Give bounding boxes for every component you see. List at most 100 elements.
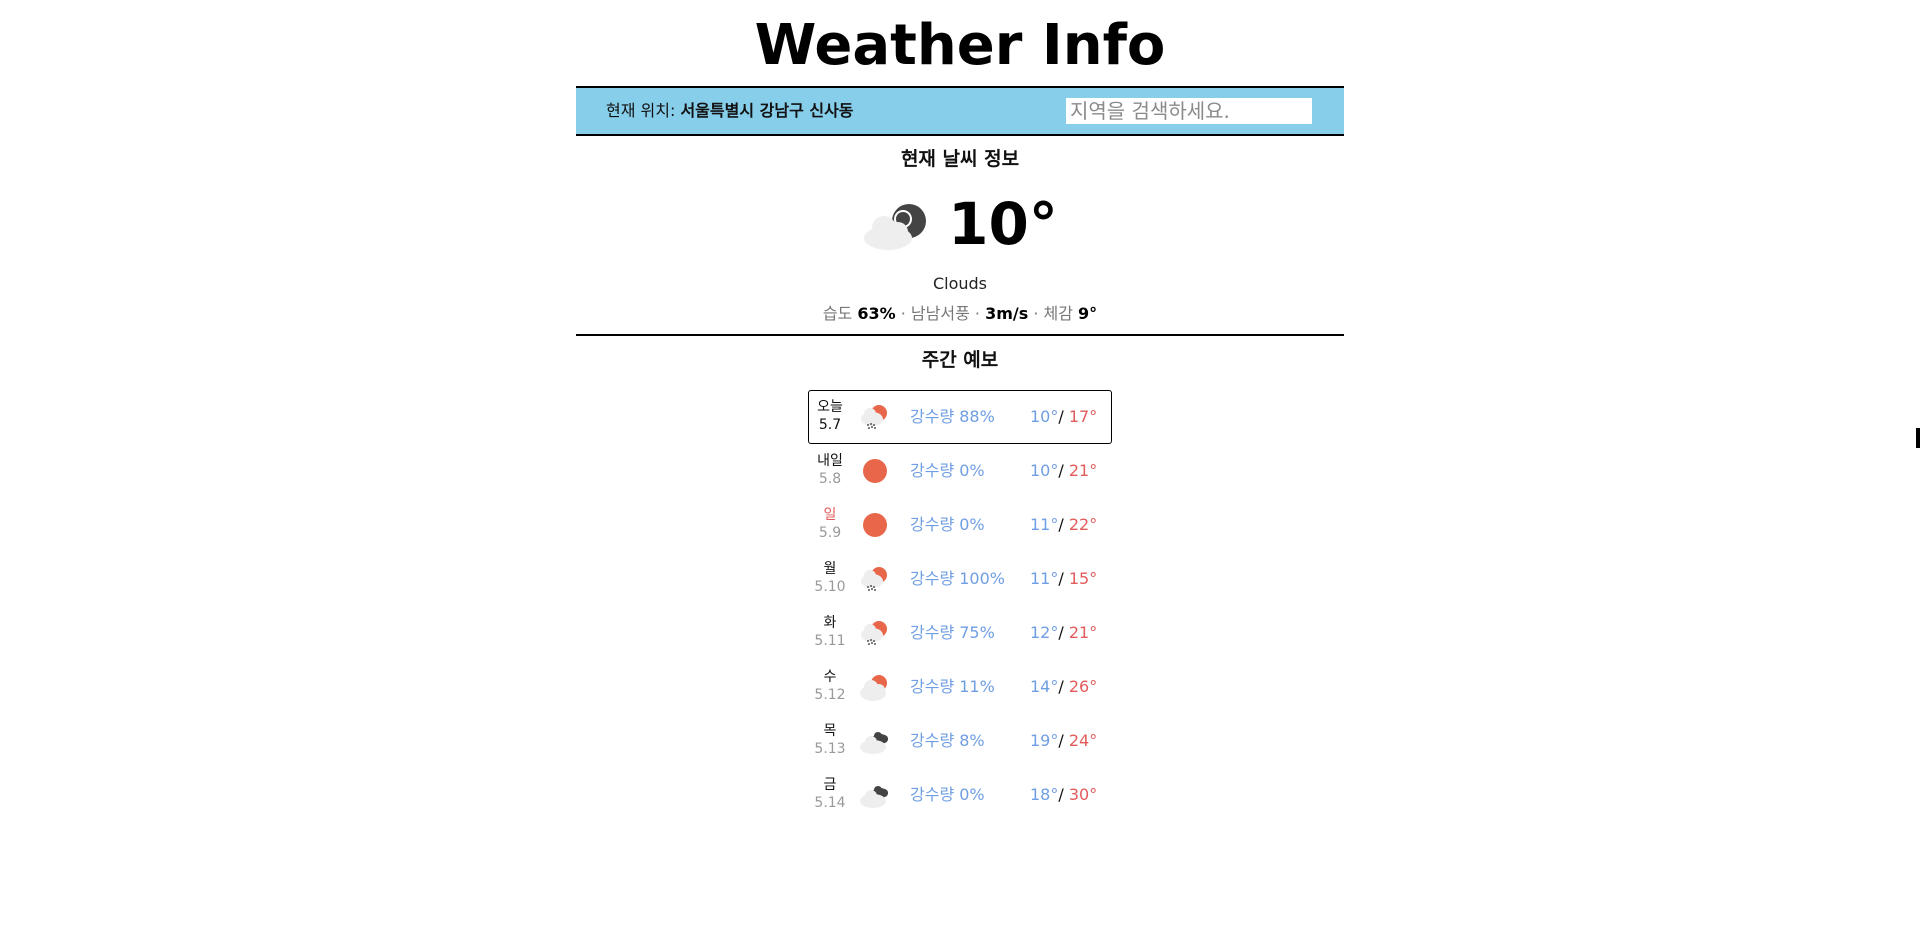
forecast-day-label: 수 bbox=[823, 669, 837, 685]
forecast-date: 5.11 bbox=[814, 633, 846, 649]
forecast-row[interactable]: 오늘 5.7 강수량 88% 10°/ 17° bbox=[808, 390, 1112, 444]
details-separator: · bbox=[1028, 304, 1044, 323]
page-title: Weather Info bbox=[754, 13, 1166, 78]
forecast-precipitation: 강수량 75% bbox=[910, 623, 995, 642]
forecast-day-label: 내일 bbox=[817, 453, 843, 469]
forecast-max-temp: 21° bbox=[1068, 461, 1098, 480]
forecast-date: 5.10 bbox=[814, 579, 846, 595]
forecast-day-label: 화 bbox=[823, 615, 837, 631]
wind-direction: 남남서풍 bbox=[910, 304, 970, 323]
details-separator: · bbox=[969, 304, 986, 323]
forecast-max-temp: 30° bbox=[1068, 785, 1098, 804]
location-bar: 현재 위치: 서울특별시 강남구 신사동 bbox=[576, 86, 1344, 136]
location-label: 현재 위치: bbox=[606, 101, 681, 120]
weather-details: 습도 63% · 남남서풍 · 3m/s · 체감 9° bbox=[0, 304, 1920, 324]
forecast-date: 5.9 bbox=[818, 525, 842, 541]
forecast-temperatures: 14°/ 26° bbox=[1030, 677, 1097, 697]
forecast-min-temp: 10° bbox=[1030, 407, 1059, 426]
forecast-min-temp: 11° bbox=[1030, 569, 1059, 588]
forecast-max-temp: 26° bbox=[1068, 677, 1098, 696]
forecast-day: 오늘 5.7 bbox=[809, 398, 851, 434]
forecast-day-label: 금 bbox=[823, 777, 837, 793]
forecast-day: 일 5.9 bbox=[809, 506, 851, 542]
forecast-row[interactable]: 수 5.12 강수량 11% 14°/ 26° bbox=[808, 660, 1112, 714]
forecast-date: 5.8 bbox=[818, 471, 842, 487]
forecast-day-label: 오늘 bbox=[817, 399, 843, 415]
forecast-day: 월 5.10 bbox=[809, 560, 851, 596]
forecast-date: 5.7 bbox=[818, 417, 842, 433]
weather-page: Weather Info 현재 위치: 서울특별시 강남구 신사동 현재 날씨 … bbox=[0, 0, 1920, 937]
section-divider bbox=[576, 334, 1344, 336]
forecast-min-temp: 14° bbox=[1030, 677, 1059, 696]
forecast-temp-separator: / bbox=[1058, 461, 1069, 480]
rain-sun-icon bbox=[861, 405, 887, 429]
forecast-precipitation: 강수량 88% bbox=[910, 407, 995, 426]
text-cursor-mark bbox=[1916, 428, 1920, 448]
forecast-temperatures: 11°/ 15° bbox=[1030, 569, 1097, 589]
forecast-precipitation: 강수량 0% bbox=[910, 461, 985, 480]
current-location: 현재 위치: 서울특별시 강남구 신사동 bbox=[606, 101, 854, 121]
forecast-day: 내일 5.8 bbox=[809, 452, 851, 488]
forecast-temp-separator: / bbox=[1058, 407, 1069, 426]
forecast-day-label: 월 bbox=[823, 561, 837, 577]
forecast-day: 화 5.11 bbox=[809, 614, 851, 650]
forecast-min-temp: 10° bbox=[1030, 461, 1059, 480]
forecast-temperatures: 10°/ 21° bbox=[1030, 461, 1097, 481]
forecast-min-temp: 12° bbox=[1030, 623, 1059, 642]
current-weather-title: 현재 날씨 정보 bbox=[900, 148, 1020, 170]
forecast-temperatures: 18°/ 30° bbox=[1030, 785, 1097, 805]
feels-like-value: 9° bbox=[1078, 304, 1098, 323]
humidity-value: 63% bbox=[857, 304, 896, 323]
forecast-max-temp: 17° bbox=[1068, 407, 1098, 426]
cloud-moon-icon bbox=[864, 204, 927, 250]
feels-like-label: 체감 bbox=[1043, 304, 1079, 323]
forecast-day: 목 5.13 bbox=[809, 722, 851, 758]
forecast-row[interactable]: 내일 5.8 강수량 0% 10°/ 21° bbox=[808, 444, 1112, 498]
forecast-precipitation: 강수량 8% bbox=[910, 731, 985, 750]
location-value: 서울특별시 강남구 신사동 bbox=[680, 101, 854, 120]
forecast-temperatures: 11°/ 22° bbox=[1030, 515, 1097, 535]
forecast-temperatures: 10°/ 17° bbox=[1030, 407, 1097, 427]
forecast-day-label: 일 bbox=[823, 507, 837, 523]
forecast-precipitation: 강수량 100% bbox=[910, 569, 1005, 588]
forecast-row[interactable]: 일 5.9 강수량 0% 11°/ 22° bbox=[808, 498, 1112, 552]
forecast-row[interactable]: 월 5.10 강수량 100% 11°/ 15° bbox=[808, 552, 1112, 606]
forecast-temp-separator: / bbox=[1058, 677, 1069, 696]
sun-icon bbox=[863, 459, 887, 483]
forecast-date: 5.12 bbox=[814, 687, 846, 703]
region-search-input[interactable] bbox=[1066, 98, 1312, 124]
forecast-row[interactable]: 금 5.14 강수량 0% 18°/ 30° bbox=[808, 768, 1112, 822]
humidity-label: 습도 bbox=[822, 304, 858, 323]
forecast-row[interactable]: 목 5.13 강수량 8% 19°/ 24° bbox=[808, 714, 1112, 768]
forecast-temperatures: 12°/ 21° bbox=[1030, 623, 1097, 643]
forecast-day: 금 5.14 bbox=[809, 776, 851, 812]
forecast-precipitation: 강수량 0% bbox=[910, 515, 985, 534]
cloud-sun-icon bbox=[860, 675, 887, 701]
forecast-precipitation: 강수량 11% bbox=[910, 677, 995, 696]
weekly-forecast-title: 주간 예보 bbox=[921, 349, 999, 371]
weather-description: Clouds bbox=[932, 274, 988, 293]
forecast-temp-separator: / bbox=[1058, 731, 1069, 750]
current-weather-main: 10° bbox=[0, 188, 1920, 260]
forecast-temperatures: 19°/ 24° bbox=[1030, 731, 1097, 751]
forecast-date: 5.14 bbox=[814, 795, 846, 811]
details-separator: · bbox=[895, 304, 911, 323]
current-temperature: 10° bbox=[948, 190, 1058, 258]
forecast-max-temp: 24° bbox=[1068, 731, 1098, 750]
forecast-day: 수 5.12 bbox=[809, 668, 851, 704]
forecast-min-temp: 11° bbox=[1030, 515, 1059, 534]
rain-sun-icon bbox=[861, 567, 887, 591]
weekly-forecast-list: 오늘 5.7 강수량 88% 10°/ 17° 내일 5.8 강수량 0% 10°/ 21° 일… bbox=[808, 390, 1112, 822]
sun-icon bbox=[863, 513, 887, 537]
forecast-max-temp: 22° bbox=[1068, 515, 1098, 534]
wind-speed: 3m/s bbox=[985, 304, 1029, 323]
forecast-max-temp: 15° bbox=[1068, 569, 1098, 588]
forecast-day-label: 목 bbox=[823, 723, 837, 739]
forecast-max-temp: 21° bbox=[1068, 623, 1098, 642]
forecast-temp-separator: / bbox=[1058, 785, 1069, 804]
forecast-row[interactable]: 화 5.11 강수량 75% 12°/ 21° bbox=[808, 606, 1112, 660]
forecast-temp-separator: / bbox=[1058, 623, 1069, 642]
forecast-min-temp: 18° bbox=[1030, 785, 1059, 804]
forecast-precipitation: 강수량 0% bbox=[910, 785, 985, 804]
forecast-temp-separator: / bbox=[1058, 569, 1069, 588]
